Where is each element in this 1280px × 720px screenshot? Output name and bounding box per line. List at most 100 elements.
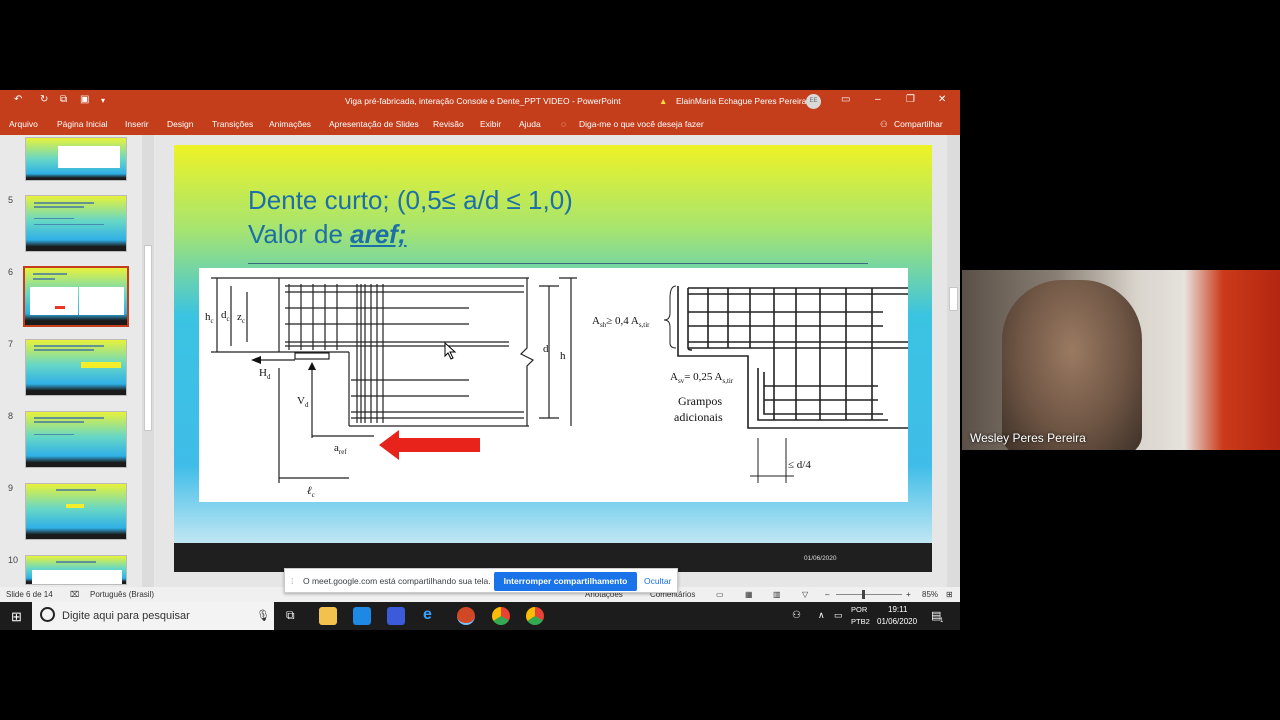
thumbnail-4[interactable] [25,137,127,181]
thumbnail-5[interactable] [25,195,127,252]
svg-text:d: d [543,343,549,355]
svg-text:Vd: Vd [297,395,309,409]
customize-toolbar-icon[interactable]: ▾ [101,96,105,105]
title-divider [248,263,868,264]
zoom-out-icon[interactable]: – [825,590,829,599]
tab-revisao[interactable]: Revisão [433,119,464,129]
tell-me-input[interactable]: Diga-me o que você deseja fazer [579,119,704,129]
battery-icon[interactable]: ▭ [834,610,843,621]
corbel-drawing-svg: hc dc zc Hd Vd aref ℓc d h [205,277,577,499]
corbel-reinforcement-drawing: hc dc zc Hd Vd aref ℓc d h [199,268,579,502]
fit-slide-icon[interactable]: ⊞ [946,590,953,599]
input-language[interactable]: POR [851,605,867,614]
lightbulb-icon: ◌ [561,119,567,129]
thumbnail-9[interactable] [25,483,127,540]
svg-text:dc: dc [221,309,230,323]
search-placeholder: Digite aqui para pesquisar [62,610,190,622]
svg-text:zc: zc [237,311,245,325]
clock-time[interactable]: 19:11 [888,605,907,614]
person-icon: ⚇ [880,119,888,129]
title-line-2: Valor de aref; [248,219,407,249]
tab-arquivo[interactable]: Arquivo [9,119,38,129]
zoom-level[interactable]: 85% [922,590,938,599]
title-bar: ↶ ↻ ⧉ ▣ ▾ Viga pré-fabricada, interação … [0,90,960,112]
tab-pagina-inicial[interactable]: Página Inicial [57,119,108,129]
sorter-view-icon[interactable]: ▦ [745,590,753,599]
zoom-slider-thumb[interactable] [862,590,865,599]
tab-apresentacao[interactable]: Apresentação de Slides [329,119,419,129]
minimize-icon[interactable]: – [875,94,881,105]
tab-ajuda[interactable]: Ajuda [519,119,541,129]
mail-icon[interactable] [353,607,371,625]
zoom-in-icon[interactable]: + [906,590,911,599]
avatar[interactable]: EE [806,94,821,109]
thumbnail-6-selected[interactable] [23,266,129,327]
chrome-icon[interactable] [526,607,544,625]
account-name[interactable]: ElainMaria Echague Peres Pereira [676,96,806,106]
share-button[interactable]: Compartilhar [894,119,943,129]
thumbnail-number: 6 [8,267,14,277]
hide-button[interactable]: Ocultar [644,576,671,586]
windows-start-icon[interactable]: ⊞ [11,609,22,625]
drag-handle-icon[interactable]: ⁞ [291,576,293,586]
maximize-icon[interactable]: ❐ [906,94,915,105]
keyboard-layout[interactable]: PTB2 [851,617,870,626]
share-message: O meet.google.com está compartilhando su… [303,576,491,586]
svg-text:aref: aref [334,442,347,456]
svg-text:≤ d/4: ≤ d/4 [788,459,811,471]
svg-text:hc: hc [205,311,214,325]
svg-text:ℓc: ℓc [307,485,315,499]
thumbnail-10[interactable] [25,555,127,585]
file-explorer-icon[interactable] [319,607,337,625]
edge-icon[interactable]: e [423,606,432,624]
tray-chevron-icon[interactable]: ∧ [818,610,825,621]
tab-exibir[interactable]: Exibir [480,119,501,129]
powerpoint-taskbar-icon[interactable] [457,607,475,625]
thumbnail-8[interactable] [25,411,127,468]
window-title: Viga pré-fabricada, interação Console e … [345,96,621,106]
thumbnail-number: 8 [8,411,14,421]
redo-icon[interactable]: ↻ [40,94,48,105]
close-icon[interactable]: ✕ [938,94,946,105]
slide-scrollbar[interactable] [947,135,960,587]
chrome-profile-icon[interactable] [492,607,510,625]
webcam-tile[interactable]: Wesley Peres Pereira [962,270,1280,450]
taskbar-search-input[interactable]: Digite aqui para pesquisar 🎙 [32,602,274,630]
spellcheck-icon[interactable]: ⌧ [70,590,79,599]
screen-share-banner: ⁞ O meet.google.com está compartilhando … [284,568,678,593]
people-icon[interactable]: ⚇ [792,610,801,621]
thumbnail-number: 10 [8,555,19,565]
reading-view-icon[interactable]: ▥ [773,590,781,599]
tab-inserir[interactable]: Inserir [125,119,149,129]
microphone-icon[interactable]: 🎙 [256,609,270,622]
svg-text:Asv= 0,25 As,tir: Asv= 0,25 As,tir [670,371,734,385]
tab-animacoes[interactable]: Animações [269,119,311,129]
language[interactable]: Português (Brasil) [90,590,154,599]
thumbnail-number: 9 [8,483,14,493]
zoom-slider[interactable] [836,594,902,595]
tab-transicoes[interactable]: Transições [212,119,253,129]
red-arrow-icon [379,430,480,460]
participant-silhouette [1002,280,1142,450]
slide-counter: Slide 6 de 14 [6,590,53,599]
undo-icon[interactable]: ↶ [14,94,22,105]
save-icon[interactable]: ▣ [80,94,89,105]
svg-text:Hd: Hd [259,367,271,381]
clock-date[interactable]: 01/06/2020 [877,617,917,626]
task-view-icon[interactable]: ⧉ [286,608,295,623]
screen: ↶ ↻ ⧉ ▣ ▾ Viga pré-fabricada, interação … [0,0,1280,720]
store-icon[interactable] [387,607,405,625]
ribbon-display-icon[interactable]: ▭ [841,94,850,105]
tab-design[interactable]: Design [167,119,193,129]
svg-text:Ash≥ 0,4 As,tir: Ash≥ 0,4 As,tir [592,315,650,329]
thumbnail-7[interactable] [25,339,127,396]
title-emphasis: aref; [350,219,407,249]
slideshow-icon[interactable]: ▽ [802,590,808,599]
slide-canvas[interactable]: Dente curto; (0,5≤ a/d ≤ 1,0) Valor de a… [174,145,932,572]
stop-sharing-button[interactable]: Interromper compartilhamento [494,572,637,591]
thumbnail-scrollbar[interactable] [142,135,154,587]
present-icon[interactable]: ⧉ [60,94,67,105]
normal-view-icon[interactable]: ▭ [716,590,724,599]
cursor-icon [444,342,457,360]
slide-title[interactable]: Dente curto; (0,5≤ a/d ≤ 1,0) Valor de a… [248,183,573,251]
